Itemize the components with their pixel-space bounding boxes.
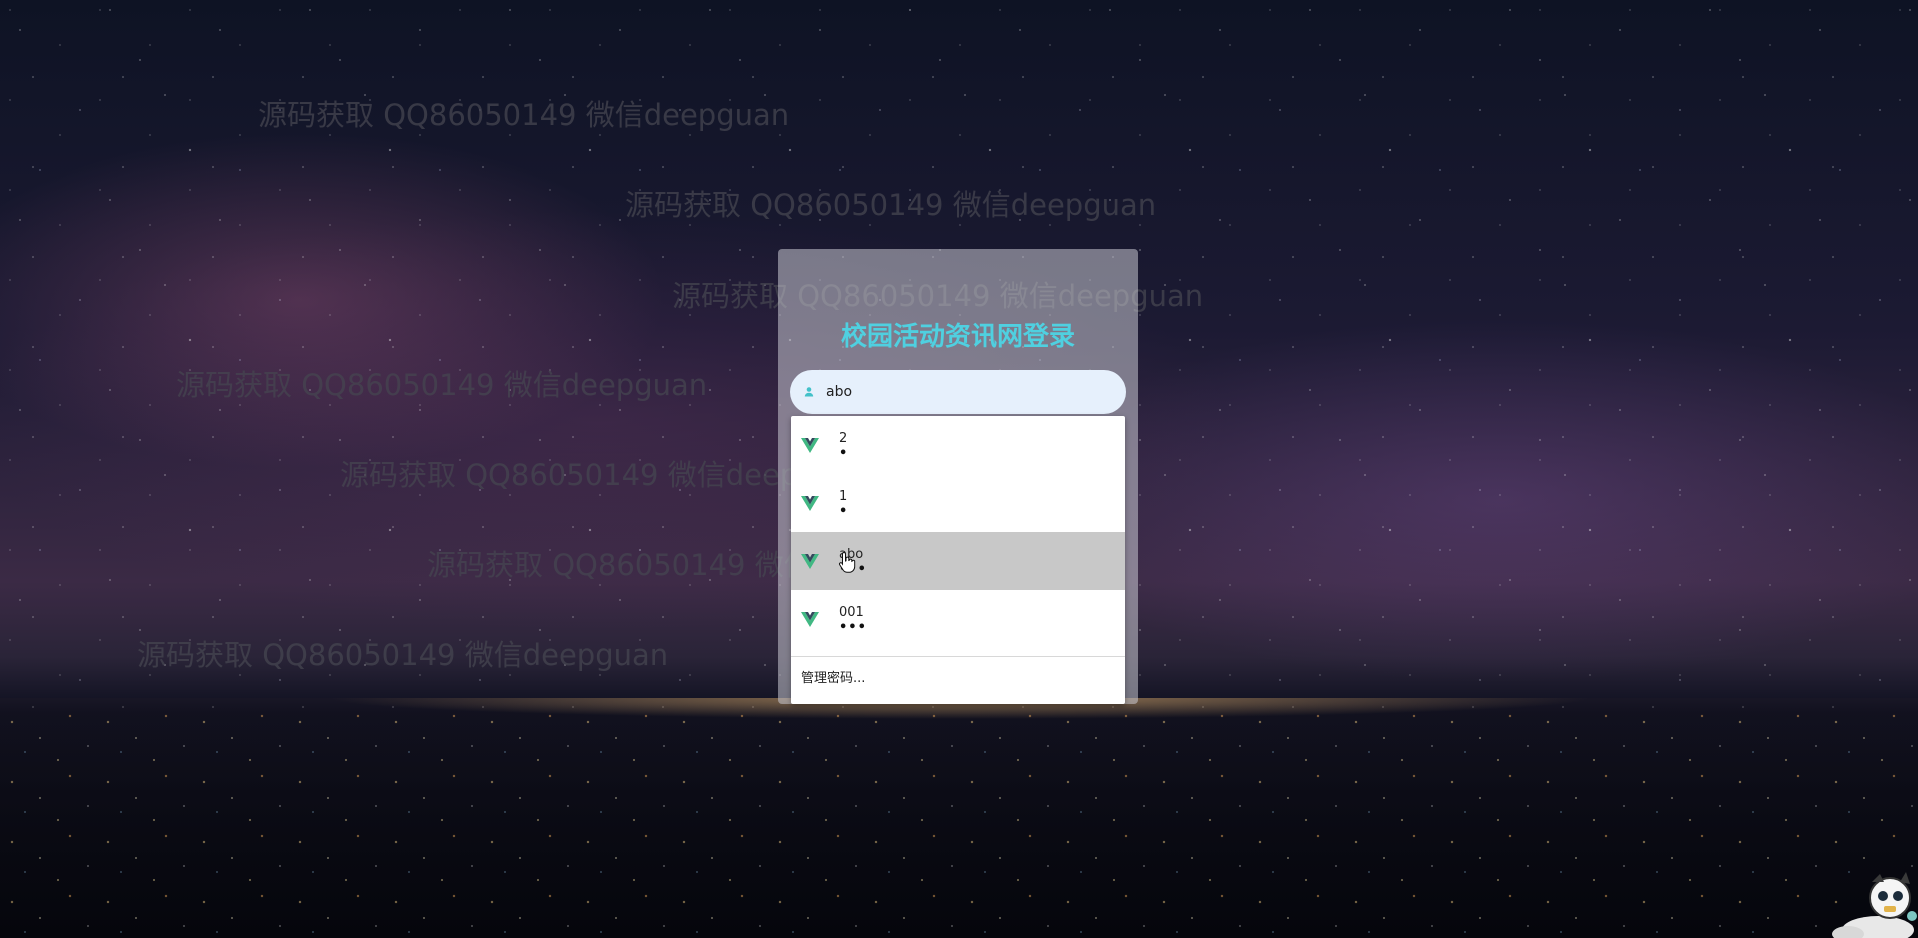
user-icon	[804, 387, 814, 397]
hand-cursor-icon	[838, 551, 856, 573]
vue-logo-icon	[801, 496, 819, 511]
vue-logo-icon	[801, 438, 819, 453]
login-title: 校园活动资讯网登录	[840, 322, 1075, 352]
watermark-text: 源码获取 QQ86050149 微信deepguan	[176, 368, 708, 402]
autofill-item[interactable]: 1 •	[791, 474, 1125, 532]
watermark-text: 源码获取 QQ86050149 微信deepguan	[258, 98, 790, 132]
mascot-character-icon	[1832, 872, 1917, 938]
login-page: 源码获取 QQ86050149 微信deepguan 源码获取 QQ860501…	[0, 0, 1918, 938]
autofill-item[interactable]: 001 •••	[791, 590, 1125, 648]
watermark-text: 源码获取 QQ86050149 微信deepguan	[137, 638, 669, 672]
manage-passwords-link[interactable]: 管理密码...	[791, 657, 1125, 695]
city-lights	[0, 708, 1918, 938]
watermark-text: 源码获取 QQ86050149 微信deepguan	[625, 188, 1157, 222]
autofill-password-mask: •	[839, 504, 849, 519]
autofill-password-mask: •••	[839, 620, 867, 635]
autofill-item[interactable]: 2 •	[791, 416, 1125, 474]
vue-logo-icon	[801, 554, 819, 569]
vue-logo-icon	[801, 612, 819, 627]
autofill-password-mask: •	[839, 446, 849, 461]
username-input[interactable]: abo	[790, 370, 1126, 414]
username-value: abo	[826, 384, 853, 400]
